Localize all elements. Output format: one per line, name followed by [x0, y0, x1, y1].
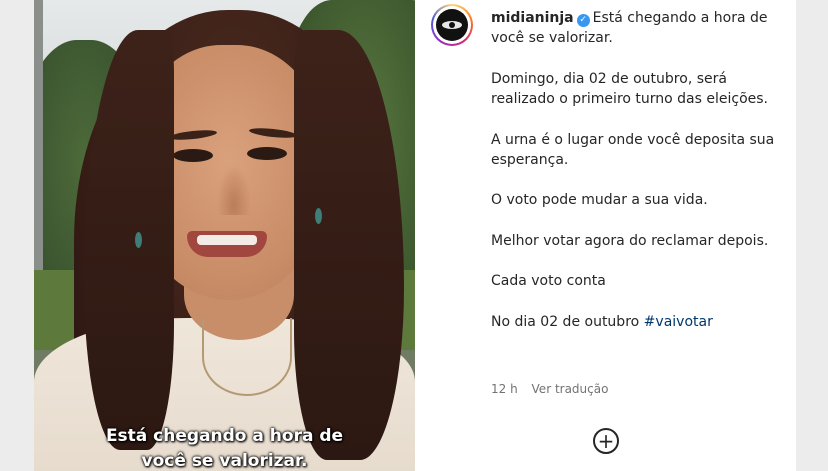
- right-backdrop: [796, 0, 828, 471]
- caption-last-text: No dia 02 de outubro: [491, 313, 640, 330]
- profile-avatar[interactable]: [431, 4, 473, 46]
- left-backdrop: [0, 0, 34, 471]
- video-caption-line-2: você se valorizar.: [141, 451, 308, 471]
- timestamp: 12 h: [491, 382, 518, 396]
- caption-paragraph: Melhor votar agora do reclamar depois.: [491, 232, 769, 249]
- post-meta: 12 h Ver tradução: [491, 382, 618, 396]
- ninja-logo-icon: [436, 9, 468, 41]
- woman-necklace: [202, 318, 292, 396]
- post-panel: midianinja ✓ Está chegando a hora de você …: [415, 0, 796, 471]
- caption-paragraph: Domingo, dia 02 de outubro, será realiza…: [491, 70, 768, 108]
- caption-paragraph: O voto pode mudar a sua vida.: [491, 192, 708, 209]
- hashtag-link[interactable]: #vaivotar: [644, 314, 713, 330]
- caption-paragraph: Cada voto conta: [491, 273, 606, 290]
- woman-mouth: [187, 231, 267, 257]
- caption-first-line: midianinja ✓ Está chegando a hora de você …: [491, 8, 781, 49]
- caption-last-line: No dia 02 de outubro #vaivotar: [491, 312, 781, 332]
- post-caption: midianinja ✓ Está chegando a hora de você …: [491, 8, 781, 332]
- earring-left: [135, 232, 142, 248]
- earring-right: [315, 208, 322, 224]
- video-player[interactable]: Está chegando a hora de você se valoriza…: [34, 0, 415, 471]
- video-caption: Está chegando a hora de você se valoriza…: [34, 424, 415, 471]
- caption-paragraph: A urna é o lugar onde você deposita sua …: [491, 131, 775, 169]
- plus-circle-icon[interactable]: +: [593, 428, 619, 454]
- verified-badge-icon: ✓: [576, 14, 590, 27]
- username-link[interactable]: midianinja: [491, 10, 574, 26]
- video-caption-line-1: Está chegando a hora de: [105, 426, 344, 446]
- see-translation-link[interactable]: Ver tradução: [532, 382, 609, 396]
